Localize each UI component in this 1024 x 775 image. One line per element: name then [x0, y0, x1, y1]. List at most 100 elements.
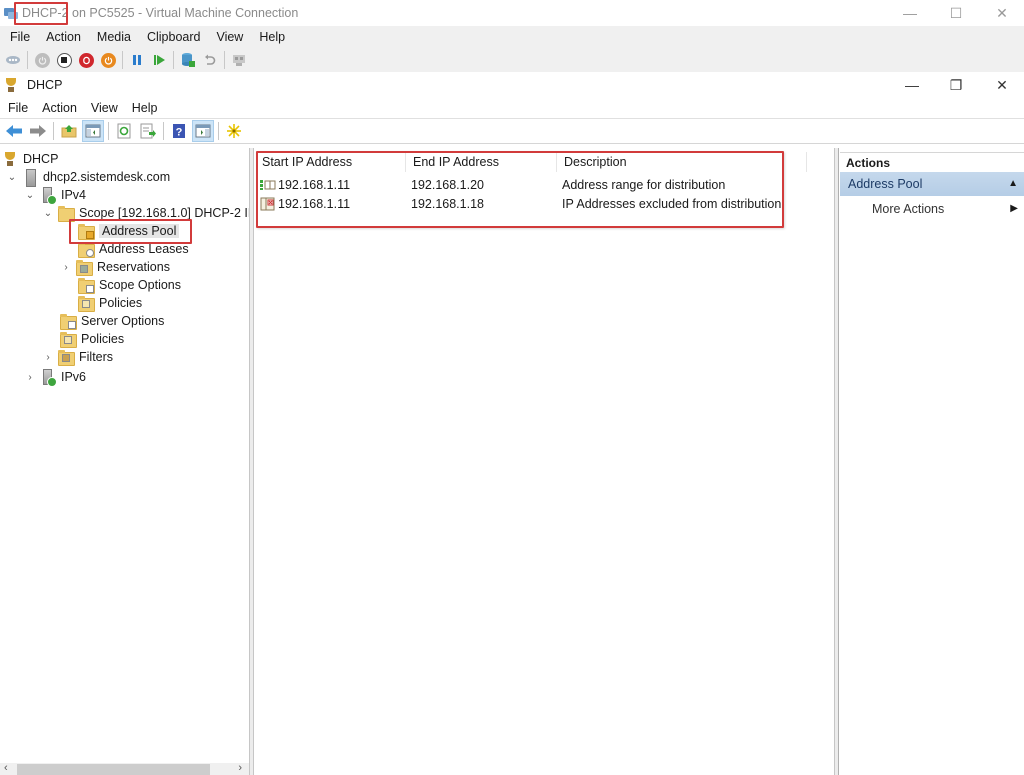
policies-icon — [60, 331, 77, 348]
highlight-box-address-ranges — [256, 151, 784, 228]
filters-icon — [58, 349, 75, 366]
mmc-menu-view[interactable]: View — [84, 101, 125, 115]
pause-icon[interactable] — [127, 50, 147, 70]
toolbar-separator — [218, 122, 219, 140]
mmc-menu-help[interactable]: Help — [125, 101, 165, 115]
power-icon[interactable] — [98, 50, 118, 70]
collapse-up-icon[interactable]: ▲ — [1008, 172, 1018, 196]
mmc-title-bar: DHCP — [0, 72, 1024, 98]
mmc-menu-bar: File Action View Help — [0, 98, 1024, 118]
toolbar-separator — [27, 51, 28, 69]
turn-off-icon[interactable] — [54, 50, 74, 70]
revert-icon[interactable] — [200, 50, 220, 70]
chevron-down-icon[interactable]: ⌄ — [6, 171, 18, 183]
help-icon[interactable]: ? — [168, 120, 190, 142]
mmc-window-title: DHCP — [27, 78, 63, 92]
tree-node-label: Policies — [81, 332, 125, 346]
chevron-right-icon[interactable]: › — [42, 351, 54, 363]
tree-node-ipv6[interactable]: › IPv6 — [24, 368, 87, 387]
show-hide-action-pane-icon[interactable] — [192, 120, 214, 142]
show-hide-tree-icon[interactable] — [82, 120, 104, 142]
toolbar-separator — [53, 122, 54, 140]
tree-node-label: DHCP — [23, 152, 59, 166]
vm-menu-file[interactable]: File — [0, 30, 38, 44]
ipv4-icon — [40, 187, 57, 205]
tree-node-dhcp[interactable]: DHCP — [2, 150, 58, 168]
mmc-toolbar: ? — [0, 118, 1024, 144]
tree-node-label: Policies — [99, 296, 143, 310]
toolbar-separator — [224, 51, 225, 69]
tree-node-label: Scope [192.168.1.0] DHCP-2 IP r — [79, 206, 250, 220]
reservations-icon — [76, 259, 93, 276]
toolbar-separator — [163, 122, 164, 140]
svg-text:?: ? — [176, 127, 183, 139]
actions-splitter[interactable] — [835, 148, 839, 775]
vm-close-button[interactable]: ✕ — [979, 0, 1024, 26]
tree-node-label: dhcp2.sistemdesk.com — [43, 170, 171, 184]
tree-node-server-options[interactable]: Server Options — [60, 312, 164, 330]
vm-menu-media[interactable]: Media — [89, 30, 139, 44]
tree-node-scope-options[interactable]: Scope Options — [78, 276, 181, 294]
vm-minimize-button[interactable]: — — [887, 0, 933, 26]
vm-menu-bar: File Action Media Clipboard View Help — [0, 26, 1024, 48]
ctrl-alt-del-icon[interactable] — [3, 50, 23, 70]
vm-menu-clipboard[interactable]: Clipboard — [139, 30, 209, 44]
scroll-right-icon[interactable]: › — [238, 762, 242, 774]
mmc-minimize-button[interactable]: — — [889, 72, 935, 98]
mmc-menu-action[interactable]: Action — [35, 101, 84, 115]
vm-menu-action[interactable]: Action — [38, 30, 89, 44]
result-list: Start IP Address End IP Address Descript… — [255, 148, 835, 775]
tree-node-label: IPv6 — [61, 370, 87, 384]
scrollbar-thumb[interactable] — [17, 764, 210, 775]
vm-title-bar: DHCP-2 on PC5525 - Virtual Machine Conne… — [0, 0, 1024, 26]
toolbar-separator — [173, 51, 174, 69]
tree-node-label: Reservations — [97, 260, 170, 274]
tree-node-ipv4[interactable]: ⌄ IPv4 — [24, 186, 86, 205]
server-icon — [22, 169, 38, 187]
mmc-restore-button[interactable]: ❐ — [933, 72, 979, 98]
forward-icon[interactable] — [27, 120, 49, 142]
tree-node-reservations[interactable]: › Reservations — [60, 258, 170, 276]
mmc-menu-file[interactable]: File — [0, 101, 35, 115]
mmc-close-button[interactable]: ✕ — [979, 72, 1024, 98]
back-icon[interactable] — [3, 120, 25, 142]
scroll-left-icon[interactable]: ‹ — [4, 762, 8, 774]
tree-node-label: Filters — [79, 350, 114, 364]
refresh-icon[interactable] — [113, 120, 135, 142]
dhcp-app-icon — [3, 77, 19, 93]
resume-icon[interactable] — [149, 50, 169, 70]
chevron-right-icon[interactable]: › — [24, 371, 36, 383]
actions-group-address-pool[interactable]: Address Pool ▲ — [840, 172, 1024, 196]
toolbar-separator — [108, 122, 109, 140]
chevron-down-icon[interactable]: ⌄ — [42, 207, 54, 219]
enhanced-session-icon[interactable] — [229, 50, 249, 70]
chevron-down-icon[interactable]: ⌄ — [24, 189, 36, 201]
actions-group-label: Address Pool — [848, 177, 923, 191]
chevron-right-icon[interactable]: › — [60, 261, 72, 273]
action-more-actions[interactable]: More Actions ▶ — [840, 198, 1024, 220]
shutdown-icon[interactable] — [76, 50, 96, 70]
tree-splitter[interactable] — [250, 148, 254, 775]
start-icon[interactable] — [32, 50, 52, 70]
vm-maximize-button[interactable]: ☐ — [933, 0, 979, 26]
tree-node-scope-policies[interactable]: Policies — [78, 294, 142, 312]
up-folder-icon[interactable] — [58, 120, 80, 142]
server-options-icon — [60, 313, 77, 330]
tree-node-label: Address Leases — [99, 242, 189, 256]
action-label: More Actions — [872, 202, 945, 216]
dhcp-trophy-icon — [2, 151, 18, 167]
vm-menu-view[interactable]: View — [208, 30, 251, 44]
new-icon[interactable] — [223, 120, 245, 142]
vm-menu-help[interactable]: Help — [251, 30, 293, 44]
tree-node-server-policies[interactable]: Policies — [60, 330, 124, 348]
submenu-arrow-icon: ▶ — [1010, 203, 1018, 214]
toolbar-separator — [122, 51, 123, 69]
tree-node-server[interactable]: ⌄ dhcp2.sistemdesk.com — [6, 168, 171, 187]
export-list-icon[interactable] — [137, 120, 159, 142]
ipv6-icon — [40, 369, 57, 387]
checkpoint-icon[interactable] — [178, 50, 198, 70]
tree-horizontal-scrollbar[interactable]: ‹ › — [0, 762, 249, 775]
policies-icon — [78, 295, 95, 312]
vm-title-suffix: on PC5525 - Virtual Machine Connection — [68, 6, 299, 20]
tree-node-filters[interactable]: › Filters — [42, 348, 113, 366]
